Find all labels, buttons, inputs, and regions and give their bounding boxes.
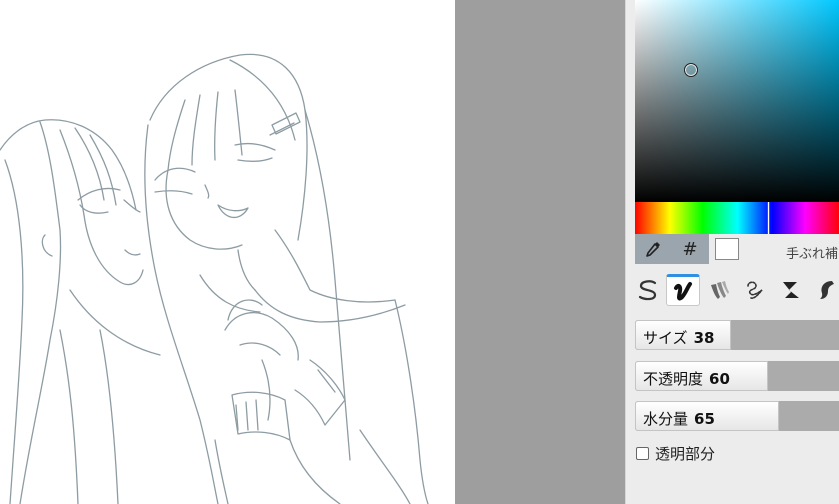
color-tool-row: # 手ぶれ補 [635,234,839,264]
app-root: # 手ぶれ補 サイズ 38 不透明度 60 水分量 65 透明部分 [0,0,839,504]
sketch-artwork [0,53,429,504]
transparent-option: 透明部分 [636,443,715,463]
opacity-slider[interactable]: 不透明度 60 [635,361,839,391]
brush-eraser[interactable] [774,274,808,306]
tool-panel: # 手ぶれ補 サイズ 38 不透明度 60 水分量 65 透明部分 [625,0,839,504]
drawing-canvas[interactable] [0,0,455,504]
hex-input-button[interactable]: # [671,234,709,264]
size-value: 38 [693,329,715,347]
brush-sketch[interactable] [738,274,772,306]
brush-eraser-icon [783,282,799,298]
size-slider[interactable]: サイズ 38 [635,320,839,350]
brush-pen-icon [638,280,657,301]
brush-sketch-icon [747,281,763,299]
workspace-background [455,0,625,504]
eyedropper-button[interactable] [635,234,671,264]
eyedropper-icon [646,242,660,257]
size-slider-label: サイズ 38 [643,329,715,347]
water-amount-slider[interactable]: 水分量 65 [635,401,839,431]
brush-watercolor-icon [711,281,729,299]
current-color-swatch[interactable] [715,238,739,260]
hue-slider[interactable] [635,202,839,234]
water-amount-slider-label: 水分量 65 [643,410,715,428]
hue-slider-marker[interactable] [767,202,770,234]
water-amount-value: 65 [694,410,715,428]
opacity-slider-label: 不透明度 60 [643,370,730,388]
opacity-value: 60 [709,370,730,388]
saturation-value-picker[interactable] [635,0,839,202]
color-picker-cursor[interactable] [684,63,698,77]
brush-pen[interactable] [631,274,665,306]
transparent-label[interactable]: 透明部分 [655,443,715,464]
brush-ink-icon [674,282,692,301]
brush-watercolor[interactable] [702,274,736,306]
stabilizer-label: 手ぶれ補 [786,247,839,262]
brush-blur-icon [820,281,834,299]
brush-selector [626,272,839,308]
transparent-checkbox[interactable] [636,446,649,460]
brush-blur[interactable] [810,274,839,306]
brush-ink[interactable] [666,274,700,306]
